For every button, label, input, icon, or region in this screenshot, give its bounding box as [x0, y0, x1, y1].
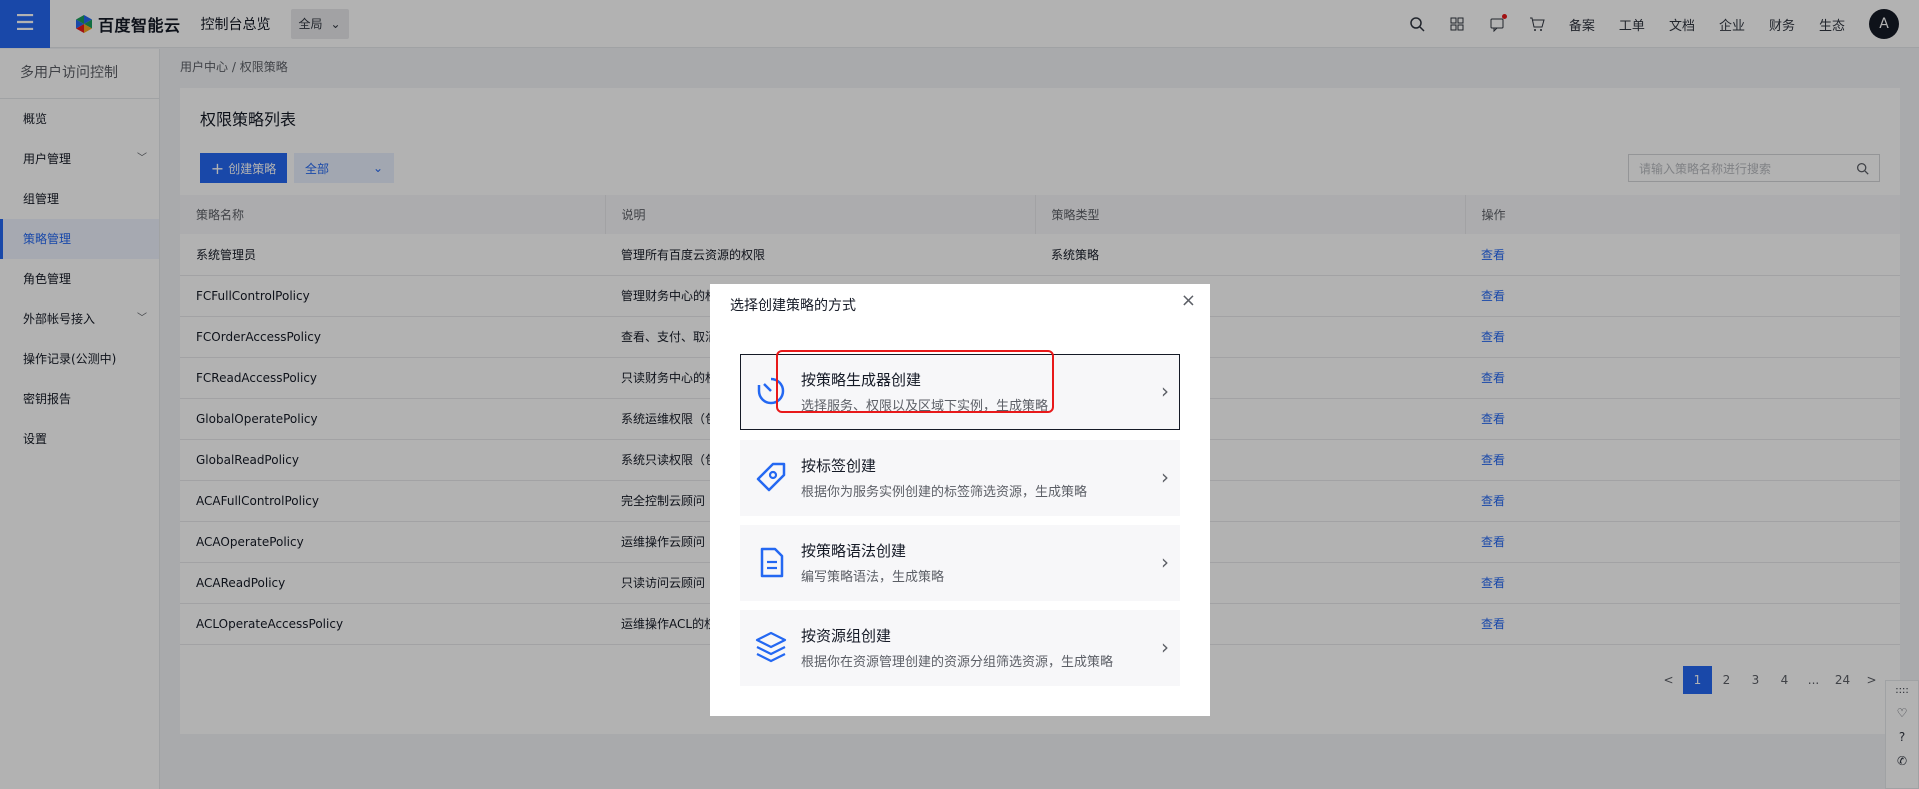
option-policy-generator[interactable]: 按策略生成器创建 选择服务、权限以及区域下实例，生成策略 › — [740, 354, 1180, 430]
dialog-title: 选择创建策略的方式 — [730, 298, 856, 314]
option-description: 根据你在资源管理创建的资源分组筛选资源，生成策略 — [801, 655, 1114, 670]
chevron-right-icon: › — [1161, 379, 1169, 403]
option-title: 按策略语法创建 — [801, 542, 907, 560]
option-description: 根据你为服务实例创建的标签筛选资源，生成策略 — [801, 485, 1088, 500]
option-title: 按策略生成器创建 — [801, 371, 922, 389]
option-policy-syntax[interactable]: 按策略语法创建 编写策略语法，生成策略 › — [740, 525, 1180, 601]
layers-icon — [755, 631, 787, 663]
option-title: 按资源组创建 — [801, 627, 892, 645]
chevron-right-icon: › — [1161, 465, 1169, 489]
option-resource-group[interactable]: 按资源组创建 根据你在资源管理创建的资源分组筛选资源，生成策略 › — [740, 610, 1180, 686]
chevron-right-icon: › — [1161, 550, 1169, 574]
document-icon — [760, 547, 784, 578]
chevron-right-icon: › — [1161, 635, 1169, 659]
tag-icon — [756, 462, 786, 492]
option-title: 按标签创建 — [801, 457, 877, 475]
create-policy-dialog: 选择创建策略的方式 × 按策略生成器创建 选择服务、权限以及区域下实例，生成策略… — [710, 284, 1210, 716]
close-icon[interactable]: × — [1181, 290, 1196, 311]
option-description: 编写策略语法，生成策略 — [801, 570, 945, 585]
option-tag[interactable]: 按标签创建 根据你为服务实例创建的标签筛选资源，生成策略 › — [740, 440, 1180, 516]
option-description: 选择服务、权限以及区域下实例，生成策略 — [801, 399, 1049, 414]
timer-icon — [757, 377, 785, 405]
